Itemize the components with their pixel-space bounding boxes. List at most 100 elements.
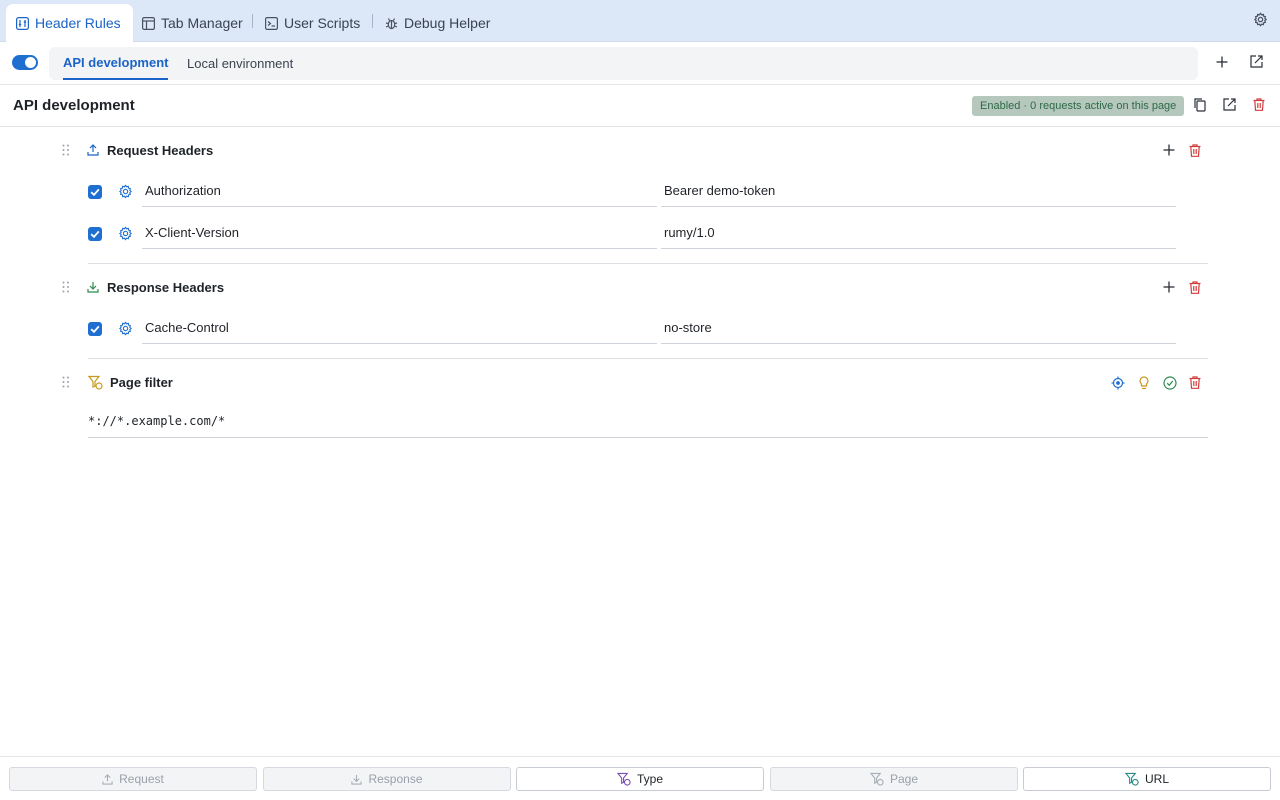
filter-icon [88,375,103,390]
filter-icon [1124,772,1139,786]
copy-icon [1194,98,1206,112]
section-divider [88,263,1208,264]
header-enabled-checkbox[interactable] [88,322,102,336]
section-title: Response Headers [107,280,225,295]
button-label: Request [119,772,164,786]
header-row: X-Client-Version rumy/1.0 [88,217,1178,251]
delete-page-filter-button[interactable] [1189,376,1201,389]
add-url-filter-button[interactable]: URL [1023,767,1271,791]
tab-debug-helper[interactable]: Debug Helper [375,4,502,42]
header-options-gear-icon[interactable] [118,184,133,199]
response-headers-section-header: Response Headers [62,277,1208,299]
profile-tab-local-environment[interactable]: Local environment [187,47,293,80]
check-icon [90,188,100,197]
page-filter-input[interactable]: *://*.example.com/* [88,405,1208,438]
status-badge: Enabled · 0 requests active on this page [972,96,1185,116]
profile-tabs: API development Local environment [49,47,1198,80]
upload-icon [87,144,99,156]
profiles-enabled-toggle[interactable] [12,55,38,70]
tab-label: Tab Manager [161,15,243,31]
tab-user-scripts[interactable]: User Scripts [255,4,372,42]
button-label: Type [636,772,663,786]
header-name-input[interactable]: Authorization [142,175,657,207]
export-profile-button[interactable] [1223,98,1236,111]
button-label: Page [889,772,919,786]
button-label: URL [1144,772,1169,786]
header-name-input[interactable]: Cache-Control [142,312,657,344]
section-divider [88,358,1208,359]
top-nav: Header Rules Tab Manager User Scripts De… [0,0,1280,42]
header-value-input[interactable]: no-store [661,312,1176,344]
profile-bar: API development Local environment [0,42,1280,85]
header-row: Cache-Control no-store [88,312,1178,346]
terminal-icon [265,16,278,30]
sliders-icon [16,16,29,30]
locate-button[interactable] [1111,376,1125,390]
plus-icon [1163,144,1175,156]
request-headers-section-header: Request Headers [62,140,1208,162]
header-value-input[interactable]: rumy/1.0 [661,217,1176,249]
delete-profile-button[interactable] [1253,98,1265,111]
delete-request-headers-button[interactable] [1189,144,1201,157]
trash-icon [1253,98,1265,111]
drag-handle-icon[interactable] [62,281,70,293]
section-title: Page filter [110,375,173,390]
check-icon [90,230,100,239]
export-icon [1223,98,1236,111]
filter-icon [616,772,631,786]
trash-icon [1189,281,1201,294]
plus-icon [1163,281,1175,293]
drag-handle-icon[interactable] [62,144,70,156]
add-request-button[interactable]: Request [9,767,257,791]
trash-icon [1189,144,1201,157]
tab-label: Header Rules [35,15,121,31]
check-icon [90,325,100,334]
filter-icon [869,772,884,786]
trash-icon [1189,376,1201,389]
plus-icon [1216,56,1228,68]
layout-icon [142,16,155,30]
external-edit-icon [1250,55,1263,68]
header-options-gear-icon[interactable] [118,321,133,336]
section-title: Request Headers [107,143,214,158]
tab-separator [372,14,373,28]
upload-icon [102,773,113,785]
check-circle-icon [1163,376,1177,390]
crosshair-icon [1111,376,1125,390]
tab-header-rules[interactable]: Header Rules [6,4,133,42]
header-name-input[interactable]: X-Client-Version [142,217,657,249]
header-value-input[interactable]: Bearer demo-token [661,175,1176,207]
button-label: Response [368,772,423,786]
add-request-header-button[interactable] [1163,144,1175,156]
profile-tab-label: API development [63,55,169,70]
settings-gear-icon[interactable] [1253,12,1268,27]
tab-separator [252,14,253,28]
hint-button[interactable] [1137,376,1151,390]
header-row: Authorization Bearer demo-token [88,175,1178,209]
add-page-filter-button[interactable]: Page [770,767,1018,791]
add-response-button[interactable]: Response [263,767,511,791]
import-profile-button[interactable] [1250,55,1263,68]
lightbulb-icon [1139,376,1149,390]
add-profile-button[interactable] [1216,56,1228,68]
header-enabled-checkbox[interactable] [88,227,102,241]
delete-response-headers-button[interactable] [1189,281,1201,294]
bottom-toolbar: Request Response Type Page URL [0,756,1280,800]
profile-title-bar: API development Enabled · 0 requests act… [0,85,1280,127]
download-icon [351,774,363,785]
validate-button[interactable] [1163,376,1177,390]
bug-icon [385,17,398,30]
profile-tab-api-development[interactable]: API development [63,47,169,80]
header-options-gear-icon[interactable] [118,226,133,241]
copy-profile-button[interactable] [1194,98,1206,112]
add-response-header-button[interactable] [1163,281,1175,293]
page-title: API development [13,97,135,114]
add-type-filter-button[interactable]: Type [516,767,764,791]
tab-label: Debug Helper [404,15,491,31]
header-enabled-checkbox[interactable] [88,185,102,199]
page-filter-section-header: Page filter [62,372,1208,394]
tab-tab-manager[interactable]: Tab Manager [132,4,255,42]
download-icon [87,281,99,293]
profile-tab-label: Local environment [187,56,294,71]
drag-handle-icon[interactable] [62,376,70,388]
